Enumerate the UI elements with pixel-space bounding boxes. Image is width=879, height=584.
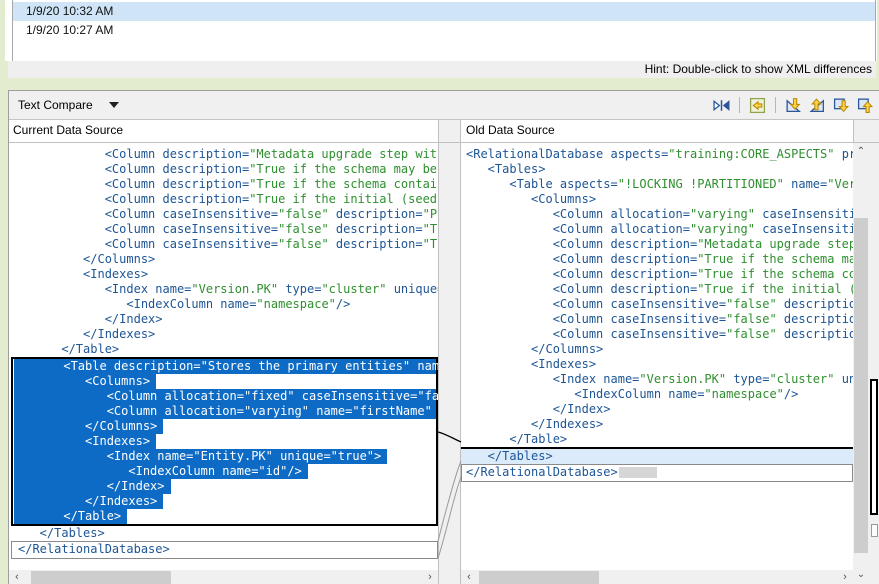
scrollbar-thumb[interactable] <box>479 571 599 584</box>
code-line[interactable]: <Indexes> <box>466 357 853 372</box>
left-code: <Column description="Metadata upgrade st… <box>18 147 438 570</box>
code-line[interactable]: <Column caseInsensitive="false" descript… <box>466 327 853 342</box>
code-line[interactable]: <Column caseInsensitive="false" descript… <box>18 222 438 237</box>
revision-list: 1/9/20 10:32 AM 1/9/20 10:27 AM <box>12 0 876 62</box>
code-line[interactable]: <IndexColumn name="namespace"/> <box>466 387 853 402</box>
code-line[interactable]: <Indexes> <box>20 434 436 449</box>
code-line[interactable]: </Indexes> <box>466 417 853 432</box>
code-line[interactable]: <Column allocation="varying" name="first… <box>20 404 436 419</box>
current-diff-marker[interactable] <box>870 379 878 515</box>
code-line[interactable]: <RelationalDatabase aspects="training:CO… <box>466 147 853 162</box>
revision-row[interactable]: 1/9/20 10:27 AM <box>13 21 875 40</box>
code-line[interactable]: </Index> <box>20 479 436 494</box>
dropdown-caret-icon[interactable] <box>109 102 119 108</box>
code-line[interactable]: <Column caseInsensitive="false" descript… <box>466 312 853 327</box>
code-line[interactable]: </Tables> <box>18 526 438 541</box>
code-line[interactable]: <Column caseInsensitive="false" descript… <box>18 237 438 252</box>
copy-all-right-to-left-icon[interactable] <box>749 97 766 114</box>
code-line[interactable]: <Column description="Metadata upgrade st… <box>466 237 853 252</box>
swap-left-right-icon[interactable] <box>713 97 730 114</box>
scroll-left-icon[interactable]: ‹ <box>461 570 477 584</box>
code-line[interactable]: <Index name="Version.PK" type="cluster" … <box>466 372 853 387</box>
code-line[interactable]: </Table> <box>18 342 438 357</box>
code-line[interactable]: <Column description="True if the initial… <box>18 192 438 207</box>
code-line[interactable]: <Column description="Metadata upgrade st… <box>18 147 438 162</box>
code-line[interactable] <box>466 482 853 497</box>
code-line[interactable]: <Column allocation="varying" caseInsensi… <box>466 207 853 222</box>
diff-overview-ruler <box>869 143 879 584</box>
code-line[interactable]: </Tables> <box>461 449 853 464</box>
toolbar-separator <box>775 97 776 113</box>
scroll-up-icon[interactable]: ⌃ <box>853 145 869 161</box>
code-line[interactable]: </Table> <box>466 432 853 447</box>
code-line[interactable]: </Columns> <box>18 252 438 267</box>
left-pane[interactable]: <Column description="Metadata upgrade st… <box>9 143 438 570</box>
compare-mode-label: Text Compare <box>18 98 93 112</box>
code-line[interactable]: <IndexColumn name="id"/> <box>20 464 436 479</box>
pane-headers: Current Data Source Old Data Source <box>9 120 879 143</box>
left-horizontal-scrollbar[interactable]: ‹ › <box>9 570 438 584</box>
code-line[interactable]: </Index> <box>466 402 853 417</box>
code-line[interactable]: <Column caseInsensitive="false" descript… <box>18 207 438 222</box>
code-line[interactable]: </Columns> <box>466 342 853 357</box>
code-line[interactable]: <Index name="Version.PK" type="cluster" … <box>18 282 438 297</box>
code-line[interactable]: </Columns> <box>20 419 436 434</box>
hint-text: Hint: Double-click to show XML differenc… <box>645 62 872 76</box>
code-line[interactable]: <Index name="Entity.PK" unique="true"> <box>20 449 436 464</box>
left-pane-title: Current Data Source <box>9 120 438 142</box>
code-line[interactable] <box>18 559 438 570</box>
gutter-header <box>438 120 461 142</box>
right-code: <RelationalDatabase aspects="training:CO… <box>466 147 853 497</box>
scroll-right-icon[interactable]: › <box>837 570 853 584</box>
code-line[interactable]: <Column description="True if the schema … <box>466 267 853 282</box>
revision-row[interactable]: 1/9/20 10:32 AM <box>13 2 875 21</box>
code-line[interactable]: </RelationalDatabase> <box>11 541 438 559</box>
code-line[interactable]: <Column caseInsensitive="false" descript… <box>466 297 853 312</box>
scroll-right-icon[interactable]: › <box>422 570 438 584</box>
diff-marker[interactable] <box>871 524 878 537</box>
scrollbar-thumb[interactable] <box>31 571 171 584</box>
code-line[interactable]: <Table description="Stores the primary e… <box>20 359 436 374</box>
code-line[interactable]: <Columns> <box>466 192 853 207</box>
code-line[interactable]: <Column description="True if the schema … <box>18 177 438 192</box>
code-line[interactable]: <Column allocation="fixed" caseInsensiti… <box>20 389 436 404</box>
code-line[interactable]: <Column allocation="varying" caseInsensi… <box>466 222 853 237</box>
center-gutter <box>438 143 461 584</box>
scrollbar-thumb[interactable] <box>854 218 868 553</box>
code-line[interactable]: <IndexColumn name="namespace"/> <box>18 297 438 312</box>
right-pane[interactable]: <RelationalDatabase aspects="training:CO… <box>461 143 853 570</box>
code-line[interactable]: <Columns> <box>20 374 436 389</box>
vertical-scrollbar[interactable]: ⌃ ⌄ <box>853 143 869 584</box>
compare-toolbar: Text Compare <box>9 91 879 120</box>
code-line[interactable]: <Table aspects="!LOCKING !PARTITIONED" n… <box>466 177 853 192</box>
right-horizontal-scrollbar[interactable]: ‹ › <box>461 570 853 584</box>
code-line[interactable]: </Table> <box>20 509 436 524</box>
code-line[interactable]: <Tables> <box>466 162 853 177</box>
compare-body: <Column description="Metadata upgrade st… <box>9 143 879 584</box>
toolbar-separator <box>739 97 740 113</box>
selected-diff-block: <Table description="Stores the primary e… <box>11 357 438 526</box>
next-change-icon[interactable] <box>833 97 850 114</box>
compare-editor-window: 1/9/20 10:32 AM 1/9/20 10:27 AM Hint: Do… <box>0 0 879 584</box>
scrollbar-header <box>853 120 879 142</box>
scroll-down-icon[interactable]: ⌄ <box>853 568 869 584</box>
next-difference-icon[interactable] <box>785 97 802 114</box>
previous-change-icon[interactable] <box>857 97 874 114</box>
change-region-shade <box>619 467 657 478</box>
hint-bar: Hint: Double-click to show XML differenc… <box>8 61 876 78</box>
code-line[interactable]: <Column description="True if the schema … <box>466 252 853 267</box>
code-line[interactable]: </Index> <box>18 312 438 327</box>
code-line[interactable]: <Column description="True if the initial… <box>466 282 853 297</box>
toolbar-icons <box>713 97 874 114</box>
code-line[interactable]: <Indexes> <box>18 267 438 282</box>
scroll-left-icon[interactable]: ‹ <box>9 570 25 584</box>
previous-difference-icon[interactable] <box>809 97 826 114</box>
code-line[interactable]: </Indexes> <box>20 494 436 509</box>
right-pane-title: Old Data Source <box>461 120 853 142</box>
compare-editor: Text Compare <box>8 90 879 584</box>
code-line[interactable]: </RelationalDatabase> <box>461 464 853 482</box>
code-line[interactable]: </Indexes> <box>18 327 438 342</box>
code-line[interactable]: <Column description="True if the schema … <box>18 162 438 177</box>
